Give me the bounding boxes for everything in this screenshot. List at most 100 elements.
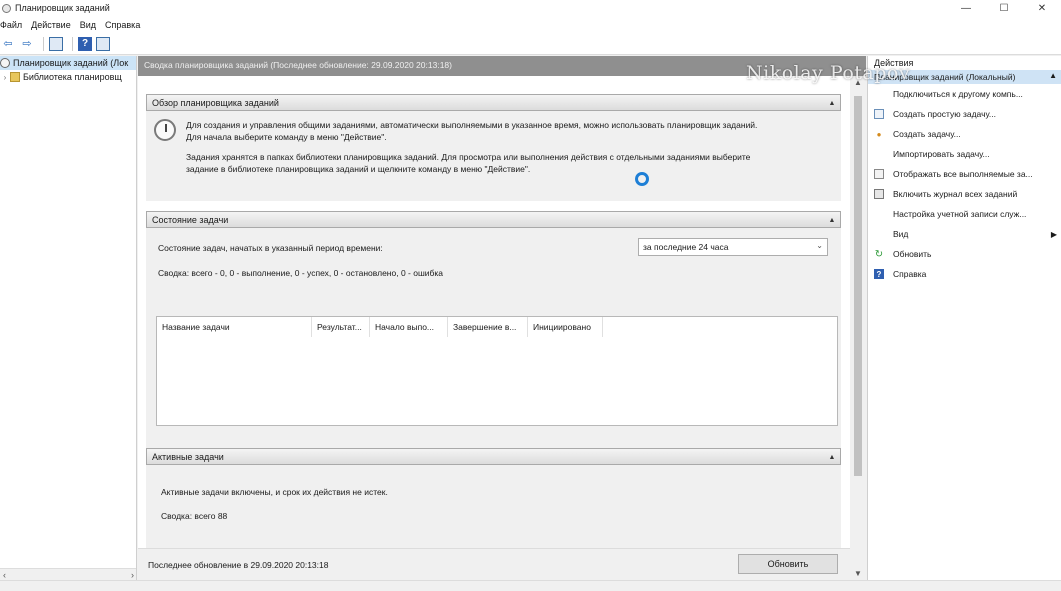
maximize-button[interactable]: ☐ xyxy=(985,0,1023,16)
action-enable-history[interactable]: Включить журнал всех заданий xyxy=(868,184,1061,204)
task-status-section-header[interactable]: Состояние задачи ▲ xyxy=(146,211,841,228)
busy-cursor-icon xyxy=(635,172,649,186)
overview-text-1: Для создания и управления общими задания… xyxy=(186,119,826,143)
action-label: Настройка учетной записи служ... xyxy=(893,209,1027,219)
overview-section-header[interactable]: Обзор планировщика заданий ▲ xyxy=(146,94,841,111)
back-arrow-icon[interactable]: ⇦ xyxy=(0,36,16,52)
action-label: Импортировать задачу... xyxy=(893,149,990,159)
expand-arrow-icon[interactable]: › xyxy=(0,73,10,82)
task-status-section: Состояние задачи ▲ Состояние задач, нача… xyxy=(146,211,841,448)
folder-icon xyxy=(10,72,20,82)
collapse-icon[interactable]: ▲ xyxy=(827,452,837,462)
overview-section: Обзор планировщика заданий ▲ Для создани… xyxy=(146,94,841,201)
overview-line: Задания хранятся в папках библиотеки пла… xyxy=(186,152,751,162)
action-label: Создать задачу... xyxy=(893,129,961,139)
status-summary: Сводка: всего - 0, 0 - выполнение, 0 - у… xyxy=(158,268,444,278)
minimize-button[interactable]: — xyxy=(947,0,985,16)
clock-icon xyxy=(2,3,11,13)
action-connect[interactable]: Подключиться к другому компь... xyxy=(868,84,1061,104)
active-tasks-summary: Сводка: всего 88 xyxy=(161,511,228,521)
tree-horizontal-scrollbar[interactable]: ‹ › xyxy=(0,568,136,580)
menu-bar: Файл Действие Вид Справка xyxy=(0,16,1061,33)
active-tasks-section-header[interactable]: Активные задачи ▲ xyxy=(146,448,841,465)
center-vertical-scrollbar[interactable]: ▲ ▼ xyxy=(850,76,866,580)
action-label: Отображать все выполняемые за... xyxy=(893,169,1033,179)
menu-view[interactable]: Вид xyxy=(80,20,96,30)
scroll-down-icon[interactable]: ▼ xyxy=(850,569,866,578)
refresh-button[interactable]: Обновить xyxy=(738,554,838,574)
action-label: Подключиться к другому компь... xyxy=(893,89,1023,99)
status-bar xyxy=(0,580,1061,591)
actions-pane: Действия Планировщик заданий (Локальный)… xyxy=(867,56,1061,580)
active-tasks-text: Активные задачи включены, и срок их дейс… xyxy=(161,487,388,497)
section-title: Активные задачи xyxy=(152,451,224,462)
toolbar-separator xyxy=(43,36,44,51)
watermark: Nikolay Potapov xyxy=(746,62,911,84)
blank-icon xyxy=(874,209,884,219)
collapse-icon[interactable]: ▲ xyxy=(827,215,837,225)
period-select-value: за последние 24 часа xyxy=(643,242,729,252)
overview-line: Для начала выберите команду в меню "Дейс… xyxy=(186,132,387,142)
table-header: Название задачи Результат... Начало выпо… xyxy=(157,316,837,337)
menu-help[interactable]: Справка xyxy=(105,20,140,30)
section-title: Обзор планировщика заданий xyxy=(152,97,279,108)
last-update-text: Последнее обновление в 29.09.2020 20:13:… xyxy=(148,560,329,570)
action-refresh[interactable]: ↻ Обновить xyxy=(868,244,1061,264)
forward-arrow-icon[interactable]: ⇨ xyxy=(19,36,35,52)
clock-icon xyxy=(154,119,176,141)
collapse-icon[interactable]: ▲ xyxy=(827,98,837,108)
overview-line: Для создания и управления общими задания… xyxy=(186,120,758,130)
running-tasks-icon xyxy=(874,169,884,179)
console-tree-icon[interactable] xyxy=(49,36,63,51)
overview-line: задание в библиотеке планировщика задани… xyxy=(186,164,531,174)
tree-item-task-scheduler[interactable]: Планировщик заданий (Лок xyxy=(0,56,136,70)
action-import-task[interactable]: Импортировать задачу... xyxy=(868,144,1061,164)
action-view[interactable]: Вид ▶ xyxy=(868,224,1061,244)
tree-item-library[interactable]: › Библиотека планировщ xyxy=(0,70,136,84)
column-header-end[interactable]: Завершение в... xyxy=(448,316,528,337)
blank-icon xyxy=(874,149,884,159)
column-header-initiated[interactable]: Инициировано xyxy=(528,316,603,337)
period-select[interactable]: за последние 24 часа ⌄ xyxy=(638,238,828,256)
submenu-arrow-icon: ▶ xyxy=(1050,229,1057,239)
action-pane-icon[interactable] xyxy=(96,36,110,51)
refresh-icon: ↻ xyxy=(874,248,884,260)
center-pane: Сводка планировщика заданий (Последнее о… xyxy=(138,56,866,580)
tree-item-label: Библиотека планировщ xyxy=(23,72,122,82)
menu-action[interactable]: Действие xyxy=(31,20,71,30)
action-label: Создать простую задачу... xyxy=(893,109,996,119)
console-tree: Планировщик заданий (Лок › Библиотека пл… xyxy=(0,56,137,580)
menu-file[interactable]: Файл xyxy=(0,20,22,30)
task-status-table[interactable]: Название задачи Результат... Начало выпо… xyxy=(156,316,838,426)
action-show-running-tasks[interactable]: Отображать все выполняемые за... xyxy=(868,164,1061,184)
action-service-account[interactable]: Настройка учетной записи служ... xyxy=(868,204,1061,224)
clock-icon xyxy=(0,58,10,68)
column-header-name[interactable]: Название задачи xyxy=(157,316,312,337)
column-header-start[interactable]: Начало выпо... xyxy=(370,316,448,337)
close-button[interactable]: ✕ xyxy=(1023,0,1061,16)
action-label: Обновить xyxy=(893,249,932,259)
action-label: Включить журнал всех заданий xyxy=(893,189,1018,199)
help-icon: ? xyxy=(874,269,884,279)
scrollbar-thumb[interactable] xyxy=(854,96,862,476)
overview-body: Для создания и управления общими задания… xyxy=(146,111,841,201)
collapse-icon[interactable]: ▲ xyxy=(1049,71,1057,80)
toolbar: ⇦ ⇨ ? xyxy=(0,33,1061,55)
overview-text-2: Задания хранятся в папках библиотеки пла… xyxy=(186,151,826,175)
help-icon[interactable]: ? xyxy=(78,36,92,51)
period-label: Состояние задач, начатых в указанный пер… xyxy=(158,243,383,253)
action-create-task[interactable]: ● Создать задачу... xyxy=(868,124,1061,144)
summary-footer: Последнее обновление в 29.09.2020 20:13:… xyxy=(138,548,850,580)
scroll-left-icon[interactable]: ‹ xyxy=(3,570,6,580)
column-header-result[interactable]: Результат... xyxy=(312,316,370,337)
scroll-right-icon[interactable]: › xyxy=(131,570,134,580)
action-help[interactable]: ? Справка xyxy=(868,264,1061,284)
window-controls: — ☐ ✕ xyxy=(947,0,1061,16)
section-title: Состояние задачи xyxy=(152,214,229,225)
action-create-basic-task[interactable]: Создать простую задачу... xyxy=(868,104,1061,124)
action-label: Справка xyxy=(893,269,927,279)
active-tasks-body: Активные задачи включены, и срок их дейс… xyxy=(146,465,841,555)
new-task-icon: ● xyxy=(876,129,882,139)
action-label: Вид xyxy=(893,229,909,239)
task-status-body: Состояние задач, начатых в указанный пер… xyxy=(146,228,841,448)
